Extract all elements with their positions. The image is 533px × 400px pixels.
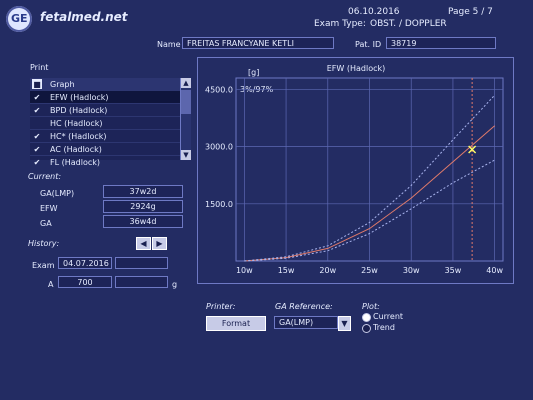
- graph-list: ■ Graph ✔ EFW (Hadlock) ✔ BPD (Hadlock) …: [30, 78, 180, 167]
- select-all-checkbox[interactable]: ■: [32, 79, 42, 89]
- check-icon[interactable]: ✔: [32, 105, 42, 115]
- x-tick-label: 30w: [403, 266, 420, 275]
- y-tick-label: 1500.0: [205, 200, 233, 209]
- list-item-label: HC* (Hadlock): [50, 131, 107, 141]
- chart-title: EFW (Hadlock): [327, 64, 386, 73]
- y-tick-label: 4500.0: [205, 85, 233, 94]
- scroll-down-icon[interactable]: ▼: [181, 150, 191, 160]
- efw-field: 2924g: [103, 200, 183, 213]
- history-prev-button[interactable]: ◀: [136, 237, 151, 250]
- ge-logo-icon: [6, 6, 32, 32]
- x-tick-label: 25w: [361, 266, 378, 275]
- patient-id-label: Pat. ID: [355, 40, 382, 49]
- efw-label: EFW: [40, 204, 58, 213]
- current-title: Current:: [28, 172, 62, 181]
- ga-lmp-label: GA(LMP): [40, 189, 75, 198]
- page-indicator: Page 5 / 7: [448, 7, 493, 17]
- list-item[interactable]: HC (Hadlock): [30, 117, 180, 130]
- history-exam-field[interactable]: 04.07.2016: [58, 257, 112, 269]
- name-label: Name: [157, 40, 181, 49]
- history-a-label: A: [48, 280, 54, 289]
- triangle-left-icon: ◀: [140, 239, 147, 248]
- history-exam-extra-field[interactable]: [115, 257, 168, 269]
- graph-column-header: Graph: [50, 79, 75, 89]
- exam-type-value: OBST. / DOPPLER: [370, 19, 447, 29]
- list-item[interactable]: ✔ FL (Hadlock): [30, 156, 180, 168]
- history-next-button[interactable]: ▶: [152, 237, 167, 250]
- plot-current-radio[interactable]: [362, 313, 371, 322]
- list-scrollbar[interactable]: ▲ ▼: [180, 78, 191, 160]
- plot-trend-radio[interactable]: [362, 324, 371, 333]
- list-item[interactable]: ✔ EFW (Hadlock): [30, 91, 180, 104]
- x-tick-label: 10w: [236, 266, 253, 275]
- checkbox-empty[interactable]: [32, 118, 42, 128]
- history-a-field[interactable]: 700: [58, 276, 112, 288]
- scroll-up-icon[interactable]: ▲: [181, 78, 191, 88]
- efw-chart: EFW (Hadlock) [g] 3%/97% 10w 15w 20w 25w 30w…: [205, 64, 504, 275]
- x-tick-label: 35w: [445, 266, 462, 275]
- check-icon[interactable]: ✔: [32, 92, 42, 102]
- list-item-label: HC (Hadlock): [50, 118, 103, 128]
- history-a-extra-field[interactable]: [115, 276, 168, 288]
- x-tick-label: 40w: [486, 266, 503, 275]
- patient-name-field[interactable]: FREITAS FRANCYANE KETLI: [182, 37, 334, 49]
- history-title: History:: [28, 239, 60, 248]
- patient-id-field[interactable]: 38719: [386, 37, 496, 49]
- exam-date: 06.10.2016: [348, 7, 400, 17]
- format-button[interactable]: Format: [206, 316, 266, 331]
- plot-current-label: Current: [373, 312, 404, 321]
- ga-field: 36w4d: [103, 215, 183, 228]
- y-tick-label: 3000.0: [205, 143, 233, 152]
- x-tick-label: 20w: [319, 266, 336, 275]
- graph-list-header: ■ Graph: [30, 78, 180, 91]
- ga-label: GA: [40, 219, 52, 228]
- check-icon[interactable]: ✔: [32, 131, 42, 141]
- check-icon[interactable]: ✔: [32, 157, 42, 167]
- list-item-label: AC (Hadlock): [50, 144, 102, 154]
- plot-label: Plot:: [362, 302, 380, 311]
- list-item[interactable]: ✔ HC* (Hadlock): [30, 130, 180, 143]
- ga-reference-select[interactable]: GA(LMP): [274, 316, 338, 329]
- chevron-down-icon[interactable]: ▼: [338, 316, 351, 331]
- list-item-label: EFW (Hadlock): [50, 92, 109, 102]
- triangle-right-icon: ▶: [156, 239, 163, 248]
- list-item-label: BPD (Hadlock): [50, 105, 108, 115]
- x-tick-label: 15w: [278, 266, 295, 275]
- history-exam-label: Exam: [32, 261, 55, 270]
- plot-trend-label: Trend: [373, 323, 395, 332]
- list-item[interactable]: ✔ AC (Hadlock): [30, 143, 180, 156]
- history-unit: g: [172, 280, 178, 289]
- chart-panel: EFW (Hadlock) [g] 3%/97% 10w 15w 20w 25w 30w…: [197, 57, 514, 284]
- list-item[interactable]: ✔ BPD (Hadlock): [30, 104, 180, 117]
- brand-title: fetalmed.net: [40, 10, 128, 24]
- list-item-label: FL (Hadlock): [50, 157, 100, 167]
- exam-type-label: Exam Type:: [314, 19, 366, 29]
- y-axis-label: [g]: [248, 68, 259, 77]
- scroll-thumb[interactable]: [181, 90, 191, 114]
- print-title: Print: [30, 63, 49, 72]
- printer-label: Printer:: [206, 302, 236, 311]
- ga-reference-label: GA Reference:: [275, 302, 333, 311]
- ga-lmp-field: 37w2d: [103, 185, 183, 198]
- check-icon[interactable]: ✔: [32, 144, 42, 154]
